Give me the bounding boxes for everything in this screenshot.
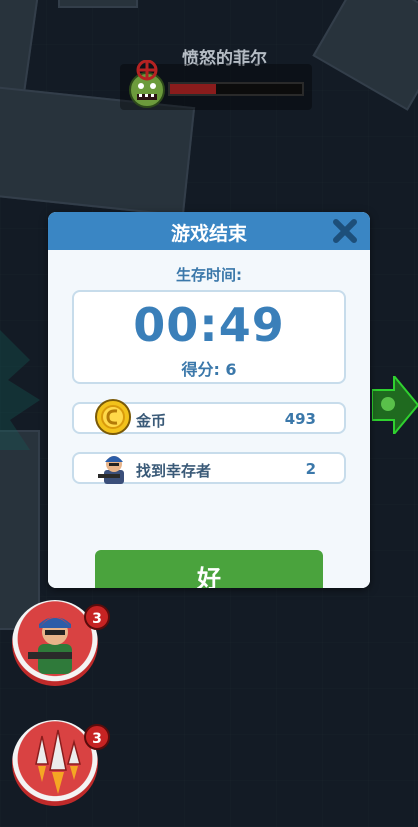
boss-health-bar xyxy=(168,82,304,96)
coins-label: 金币 xyxy=(136,412,167,430)
survival-time-label: 生存时间: xyxy=(176,266,242,284)
soldier-icon xyxy=(28,617,72,674)
survivors-row: 找到幸存者 2 xyxy=(72,452,346,484)
survivor-icon xyxy=(98,456,124,484)
soldier-count-badge: 3 xyxy=(84,604,110,630)
coin-icon xyxy=(95,399,131,435)
dialog-header: 游戏结束 xyxy=(48,212,370,250)
zombie-boss-icon xyxy=(129,60,165,108)
score-label: 得分: 6 xyxy=(181,360,237,379)
dialog-title: 游戏结束 xyxy=(170,223,247,245)
close-icon[interactable] xyxy=(332,218,358,244)
survivors-value: 2 xyxy=(305,460,316,478)
time-panel: 00:49 得分: 6 xyxy=(72,290,346,384)
soldier-ability-button[interactable]: 3 xyxy=(12,600,110,686)
coins-row: 金币 493 xyxy=(72,399,346,435)
survival-time-value: 00:49 xyxy=(133,298,285,352)
dialog-body: 生存时间: 00:49 得分: 6 金币 493 找到幸存者 2 好 xyxy=(48,250,370,588)
boss-health-fill xyxy=(170,84,217,94)
ok-button[interactable]: 好 xyxy=(95,550,323,588)
rocket-ability-button[interactable]: 3 xyxy=(12,720,110,806)
ok-button-label: 好 xyxy=(197,565,221,588)
rocket-count-badge: 3 xyxy=(84,724,110,750)
arrow-right-icon[interactable] xyxy=(372,376,418,434)
rocket-icon xyxy=(35,729,81,794)
coins-value: 493 xyxy=(284,410,316,428)
survivors-label: 找到幸存者 xyxy=(136,462,212,480)
game-over-dialog: 游戏结束 生存时间: 00:49 得分: 6 金币 493 找到幸存者 2 好 xyxy=(48,212,370,588)
